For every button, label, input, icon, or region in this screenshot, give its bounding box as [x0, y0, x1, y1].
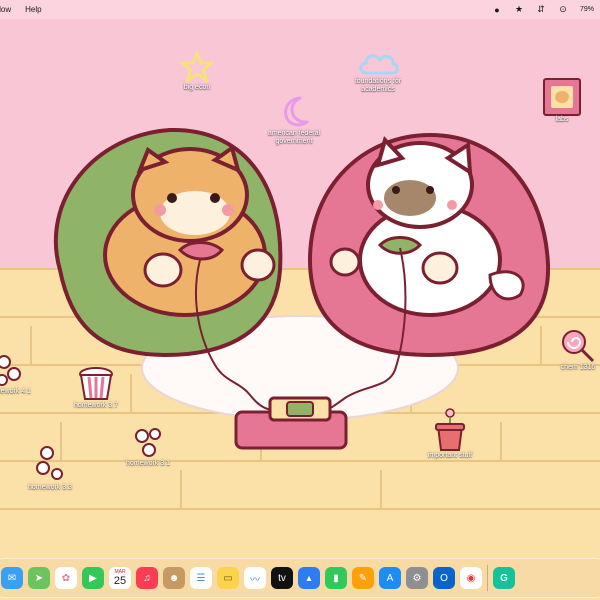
folder-label: important stuff — [427, 452, 473, 459]
folder-label: homework 3.7 — [74, 402, 118, 409]
folder-homework-4-1[interactable]: homework 4.1 — [0, 352, 32, 396]
ports-icon[interactable]: ⇵ — [536, 4, 546, 15]
popcorn-bucket-icon — [79, 367, 113, 400]
maps-icon[interactable]: ➤ — [28, 567, 50, 589]
calendar-icon[interactable]: MAR 25 — [109, 567, 131, 589]
folder-labs[interactable]: labs — [540, 78, 584, 124]
cloud-icon — [359, 54, 399, 75]
battery-percent: 79% — [579, 6, 594, 13]
folder-american-federal-government[interactable]: american federal government — [260, 94, 328, 146]
numbers-icon[interactable]: ▮ — [325, 567, 347, 589]
folder-important-stuff[interactable]: important stuff — [420, 406, 480, 460]
dock-separator — [487, 565, 488, 591]
reminders-icon[interactable]: ☰ — [190, 567, 212, 589]
wallpaper-illustration — [53, 127, 551, 450]
mail-icon[interactable]: ✉ — [1, 567, 23, 589]
menu-help[interactable]: Help — [25, 5, 41, 14]
moon-icon — [284, 96, 309, 127]
popcorn-icon — [36, 446, 63, 480]
music-icon[interactable]: ♫ — [136, 567, 158, 589]
folder-homework-3-7[interactable]: homework 3.7 — [68, 366, 124, 410]
keynote-icon[interactable]: ▴ — [298, 567, 320, 589]
flower-pot-icon — [435, 408, 465, 451]
dock: ✉ ➤ ✿ ▶ MAR 25 ♫ ☻ ☰ ▭ 〰 tv ▴ ▮ ✎ A ⚙ O … — [0, 558, 600, 598]
folder-label: american federal government — [267, 130, 321, 145]
framed-picture-icon — [543, 78, 581, 116]
popcorn-icon — [135, 428, 161, 457]
star-icon[interactable]: ★ — [514, 4, 524, 15]
popcorn-icon — [0, 355, 21, 386]
lollipop-icon — [562, 330, 595, 363]
menu-bar: ndow Help ● ★ ⇵ ⊙ 79% — [0, 0, 600, 19]
facetime-icon[interactable]: ▶ — [82, 567, 104, 589]
star-icon — [180, 51, 214, 83]
folder-label: homework 4.1 — [0, 388, 31, 395]
folder-label: labs — [555, 116, 569, 123]
menu-window[interactable]: ndow — [0, 5, 11, 14]
tv-icon[interactable]: tv — [271, 567, 293, 589]
folder-label: big econ — [183, 84, 211, 91]
photos-icon[interactable]: ✿ — [55, 567, 77, 589]
notes-icon[interactable]: ▭ — [217, 567, 239, 589]
contacts-icon[interactable]: ☻ — [163, 567, 185, 589]
folder-label: homework 3.1 — [126, 460, 170, 467]
play-icon[interactable]: ⊙ — [558, 4, 568, 15]
folder-foundations-for-academics[interactable]: foundations for academics — [345, 48, 411, 94]
chat-status-icon[interactable]: ● — [492, 5, 502, 15]
folder-label: homework 3.3 — [28, 484, 72, 491]
grammarly-icon[interactable]: G — [493, 567, 515, 589]
folder-chem-1316[interactable]: chem 1316 — [556, 328, 600, 372]
freeform-icon[interactable]: 〰 — [244, 567, 266, 589]
calendar-day: 25 — [113, 575, 127, 587]
chrome-icon[interactable]: ◉ — [460, 567, 482, 589]
app-store-icon[interactable]: A — [379, 567, 401, 589]
outlook-icon[interactable]: O — [433, 567, 455, 589]
system-settings-icon[interactable]: ⚙ — [406, 567, 428, 589]
folder-homework-3-3[interactable]: homework 3.3 — [22, 444, 78, 492]
folder-label: chem 1316 — [560, 364, 596, 371]
folder-label: foundations for academics — [354, 78, 402, 93]
pages-icon[interactable]: ✎ — [352, 567, 374, 589]
folder-homework-3-1[interactable]: homework 3.1 — [120, 424, 176, 468]
folder-big-econ[interactable]: big econ — [172, 50, 222, 92]
